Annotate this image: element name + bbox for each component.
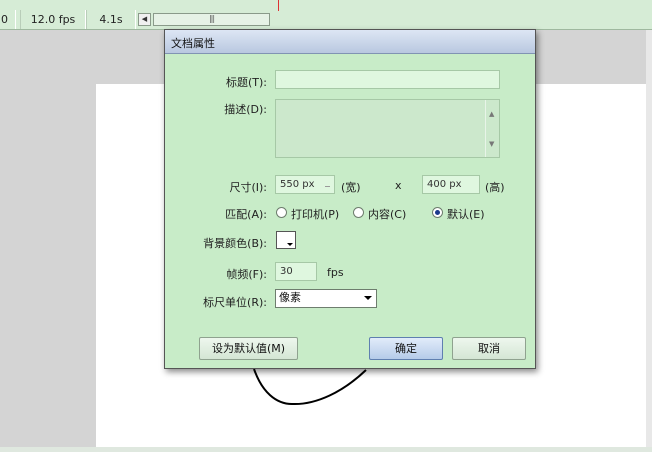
dropdown-arrow-icon (287, 243, 293, 246)
scroll-up-icon[interactable]: ▲ (489, 106, 494, 123)
bottom-strip (0, 447, 652, 452)
grip-icon: ||| (208, 14, 215, 23)
height-input[interactable]: 400 px (422, 175, 480, 194)
work-area-edge (646, 30, 652, 452)
dialog-title: 文档属性 (171, 37, 215, 50)
stepper-icon (325, 182, 330, 187)
match-printer-radio[interactable] (276, 207, 287, 218)
description-textarea[interactable]: ▲ ▼ (275, 99, 500, 158)
current-frame-readout: 0 (0, 10, 16, 29)
match-default-radio[interactable] (432, 207, 443, 218)
match-default-label[interactable]: 默认(E) (447, 206, 485, 222)
cancel-button[interactable]: 取消 (452, 337, 526, 360)
background-color-swatch[interactable] (276, 231, 296, 249)
dropdown-arrow-icon (364, 296, 372, 300)
description-label: 描述(D): (224, 103, 267, 116)
title-input[interactable] (275, 70, 500, 89)
arrow-left-icon: ◀ (141, 15, 148, 23)
frame-rate-input[interactable]: 30 (275, 262, 317, 281)
elapsed-time-readout: 4.1s (86, 10, 136, 29)
playhead[interactable] (278, 0, 279, 11)
size-separator: x (395, 179, 402, 192)
timeline-scrollbar-thumb[interactable]: ||| (153, 13, 270, 26)
description-scrollbar[interactable]: ▲ ▼ (485, 100, 499, 157)
timeline-scroll-left-button[interactable]: ◀ (138, 13, 151, 26)
width-value: 550 px (280, 179, 315, 190)
document-properties-dialog: 文档属性 标题(T): 描述(D): ▲ ▼ 尺寸(I): 550 px (宽)… (164, 29, 536, 369)
frame-rate-unit: fps (327, 266, 344, 279)
ruler-units-label: 标尺单位(R): (203, 296, 267, 309)
height-unit-label: (高) (485, 181, 505, 194)
ruler-units-value: 像素 (279, 291, 301, 304)
ruler-units-select[interactable]: 像素 (275, 289, 377, 308)
scroll-down-icon[interactable]: ▼ (489, 136, 494, 153)
width-unit-label: (宽) (341, 181, 361, 194)
dialog-titlebar[interactable]: 文档属性 (165, 30, 535, 54)
frame-rate-readout[interactable]: 12.0 fps (20, 10, 86, 29)
match-contents-radio[interactable] (353, 207, 364, 218)
timeline-bar: 0 12.0 fps 4.1s ◀ ||| (0, 0, 652, 30)
background-color-label: 背景颜色(B): (203, 237, 267, 250)
ok-button[interactable]: 确定 (369, 337, 443, 360)
match-contents-label[interactable]: 内容(C) (368, 206, 406, 222)
width-input[interactable]: 550 px (275, 175, 335, 194)
match-label: 匹配(A): (225, 208, 267, 221)
title-label: 标题(T): (225, 76, 267, 89)
frame-rate-label: 帧频(F): (226, 268, 267, 281)
match-printer-label[interactable]: 打印机(P) (291, 206, 339, 222)
size-label: 尺寸(I): (229, 181, 267, 194)
make-default-button[interactable]: 设为默认值(M) (199, 337, 298, 360)
